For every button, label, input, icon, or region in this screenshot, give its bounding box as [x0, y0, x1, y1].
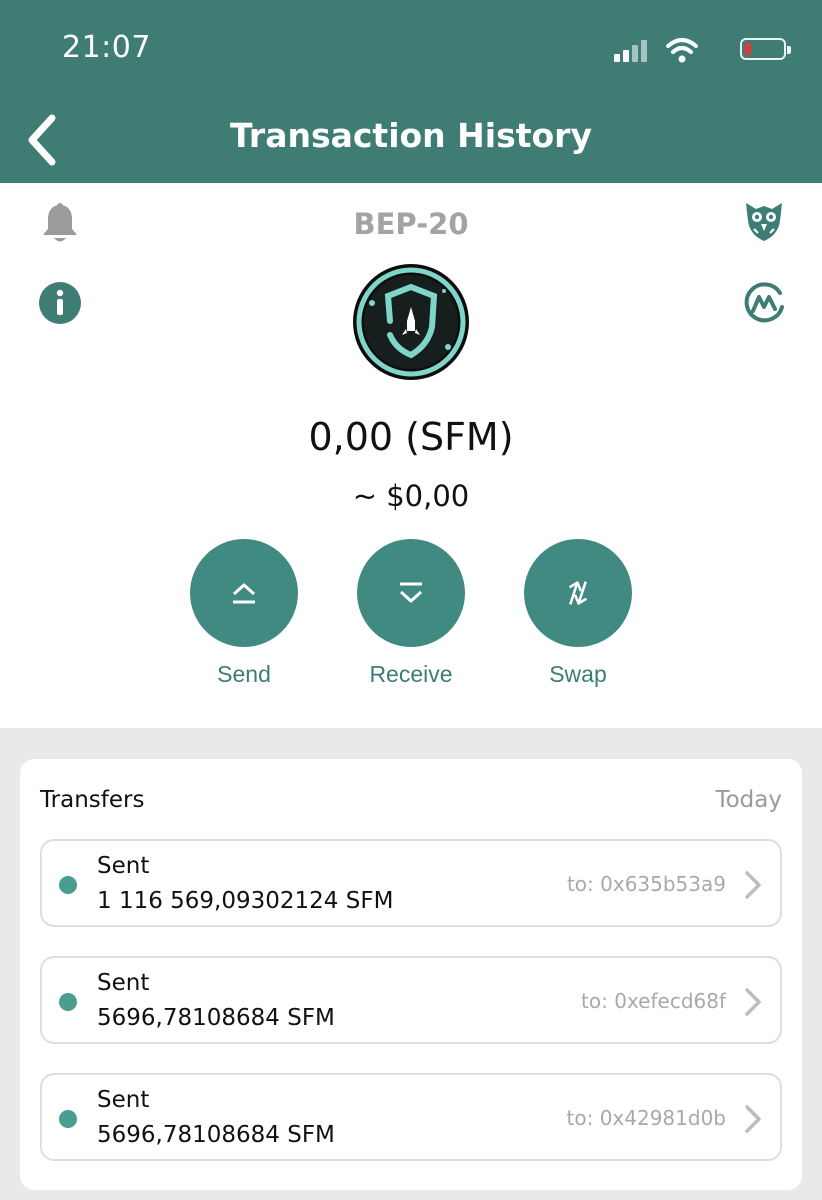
- info-icon[interactable]: [38, 281, 82, 325]
- transfer-recipient: to: 0x635b53a9: [566, 872, 726, 896]
- transfer-type: Sent: [97, 970, 150, 996]
- wifi-icon: [666, 38, 698, 63]
- swap-icon: [568, 581, 588, 605]
- status-dot: [59, 993, 77, 1011]
- status-dot: [59, 1110, 77, 1128]
- status-dot: [59, 876, 77, 894]
- transfer-recipient: to: 0x42981d0b: [566, 1106, 726, 1130]
- fiat-value: ~ $0,00: [352, 479, 470, 513]
- swap-label: Swap: [549, 661, 607, 687]
- send-icon: [232, 583, 256, 604]
- token-balance: 0,00 (SFM): [308, 415, 514, 459]
- receive-label: Receive: [369, 661, 453, 687]
- transfers-card: Transfers Today Sent 1 116 569,09302124 …: [20, 759, 802, 1190]
- receive-circle[interactable]: [357, 539, 465, 647]
- send-circle[interactable]: [190, 539, 298, 647]
- page-title: Transaction History: [230, 116, 592, 155]
- send-button[interactable]: Send: [174, 539, 314, 688]
- signal-icon: [614, 38, 650, 62]
- battery-icon: [740, 38, 791, 60]
- status-time: 21:07: [62, 30, 151, 65]
- transfer-row[interactable]: Sent 5696,78108684 SFM to: 0xefecd68f: [40, 956, 782, 1044]
- owl-icon[interactable]: [742, 199, 786, 243]
- chevron-right-icon: [745, 871, 761, 899]
- transfer-row[interactable]: Sent 5696,78108684 SFM to: 0x42981d0b: [40, 1073, 782, 1161]
- transfer-recipient: to: 0xefecd68f: [581, 989, 726, 1013]
- transfer-amount: 5696,78108684 SFM: [97, 1005, 335, 1031]
- transfer-row[interactable]: Sent 1 116 569,09302124 SFM to: 0x635b53…: [40, 839, 782, 927]
- transfer-amount: 1 116 569,09302124 SFM: [97, 888, 394, 914]
- coinmarketcap-icon[interactable]: [742, 281, 786, 325]
- transfers-date: Today: [715, 787, 782, 813]
- network-label: BEP-20: [353, 207, 469, 241]
- transfer-type: Sent: [97, 853, 150, 879]
- safemoon-logo: [353, 264, 469, 380]
- app-header: 21:07 Transaction History: [0, 0, 822, 183]
- transfers-title: Transfers: [40, 787, 145, 813]
- swap-button[interactable]: Swap: [508, 539, 648, 688]
- receive-icon: [399, 582, 423, 603]
- swap-circle[interactable]: [524, 539, 632, 647]
- token-panel: BEP-20 0,00 (SFM) ~ $0,00 Send Receive S…: [0, 183, 822, 728]
- chevron-right-icon: [745, 988, 761, 1016]
- chevron-right-icon: [745, 1105, 761, 1133]
- transfer-amount: 5696,78108684 SFM: [97, 1122, 335, 1148]
- receive-button[interactable]: Receive: [341, 539, 481, 688]
- transfer-type: Sent: [97, 1087, 150, 1113]
- send-label: Send: [217, 661, 271, 687]
